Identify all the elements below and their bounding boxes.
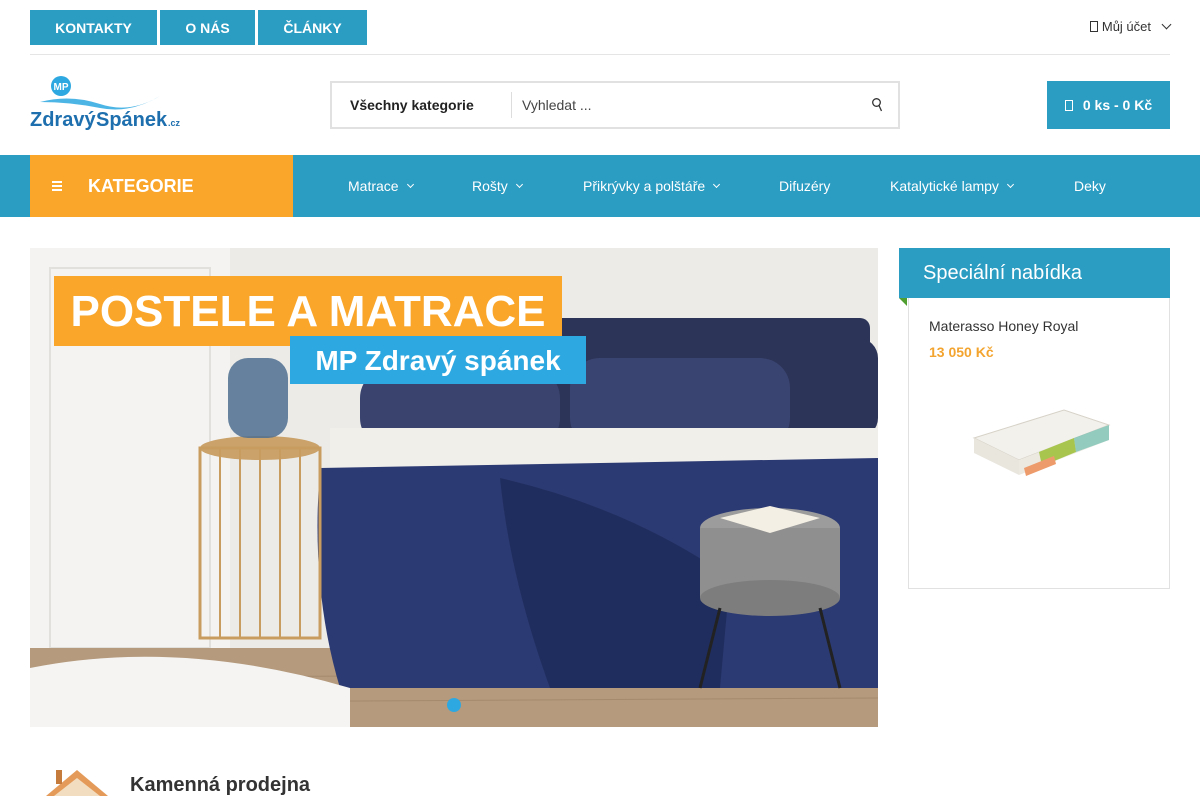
site-logo[interactable]: MP Zdravý Spánek .cz	[30, 74, 182, 131]
svg-text:Zdravý: Zdravý	[30, 109, 96, 130]
chevron-down-icon	[1006, 180, 1014, 189]
search-input[interactable]	[512, 97, 856, 113]
nav-item-label: Matrace	[348, 178, 399, 194]
product-image[interactable]	[929, 390, 1149, 490]
chevron-down-icon	[515, 180, 523, 189]
special-offer: Speciální nabídka Materasso Honey Royal …	[899, 248, 1170, 589]
banner-headline: POSTELE A MATRACE	[70, 287, 545, 336]
nav-item-prikryvky[interactable]: Přikrývky a polštáře	[583, 155, 721, 217]
nav-item-label: Katalytické lampy	[890, 178, 999, 194]
special-offer-card: Materasso Honey Royal 13 050 Kč	[908, 298, 1170, 589]
chevron-down-icon	[1161, 19, 1172, 30]
nav-item-lampy[interactable]: Katalytické lampy	[890, 155, 1014, 217]
nav-item-label: Rošty	[472, 178, 508, 194]
slider-dot[interactable]	[447, 698, 461, 712]
top-links: KONTAKTY O NÁS ČLÁNKY	[30, 10, 1170, 45]
categories-button[interactable]: KATEGORIE	[30, 155, 293, 217]
user-icon	[1089, 21, 1098, 32]
product-price: 13 050 Kč	[929, 344, 994, 360]
top-link-o-nas[interactable]: O NÁS	[160, 10, 255, 45]
cart-summary: 0 ks - 0 Kč	[1082, 97, 1153, 113]
store-title: Kamenná prodejna	[130, 774, 311, 796]
search-bar: Všechny kategorie	[330, 81, 900, 129]
nav-item-label: Přikrývky a polštáře	[583, 178, 706, 194]
search-button[interactable]	[856, 83, 898, 127]
svg-text:.cz: .cz	[168, 118, 181, 128]
ribbon-corner	[899, 298, 907, 306]
top-bar: KONTAKTY O NÁS ČLÁNKY Můj účet	[30, 10, 1172, 55]
store-section: Kamenná prodejna	[44, 766, 310, 800]
chevron-down-icon	[713, 180, 721, 189]
chevron-down-icon	[406, 180, 414, 189]
product-name[interactable]: Materasso Honey Royal	[929, 318, 1149, 334]
search-category-select[interactable]: Všechny kategorie	[332, 92, 512, 118]
menu-icon	[52, 181, 62, 191]
search-icon	[872, 98, 882, 112]
account-label: Můj účet	[1101, 19, 1151, 34]
top-link-kontakty[interactable]: KONTAKTY	[30, 10, 157, 45]
nav-item-deky[interactable]: Deky	[1074, 155, 1106, 217]
special-offer-title: Speciální nabídka	[899, 248, 1170, 298]
svg-text:Spánek: Spánek	[96, 109, 168, 130]
house-icon	[46, 770, 108, 796]
nav-item-rosty[interactable]: Rošty	[472, 155, 523, 217]
cart-icon	[1064, 99, 1073, 111]
banner-subline: MP Zdravý spánek	[315, 345, 561, 376]
nav-item-label: Deky	[1074, 178, 1106, 194]
nav-item-matrace[interactable]: Matrace	[348, 155, 414, 217]
nav-item-label: Difuzéry	[779, 178, 831, 194]
nav-item-difuzery[interactable]: Difuzéry	[779, 155, 830, 217]
top-link-clanky[interactable]: ČLÁNKY	[258, 10, 367, 45]
hero-banner[interactable]: POSTELE A MATRACE MP Zdravý spánek	[30, 248, 878, 727]
cart-button[interactable]: 0 ks - 0 Kč	[1047, 81, 1170, 129]
main-nav: KATEGORIE Matrace Rošty Přikrývky a polš…	[0, 155, 1200, 217]
svg-text:MP: MP	[54, 82, 69, 93]
categories-label: KATEGORIE	[88, 175, 194, 196]
account-menu[interactable]: Můj účet	[1089, 19, 1172, 34]
